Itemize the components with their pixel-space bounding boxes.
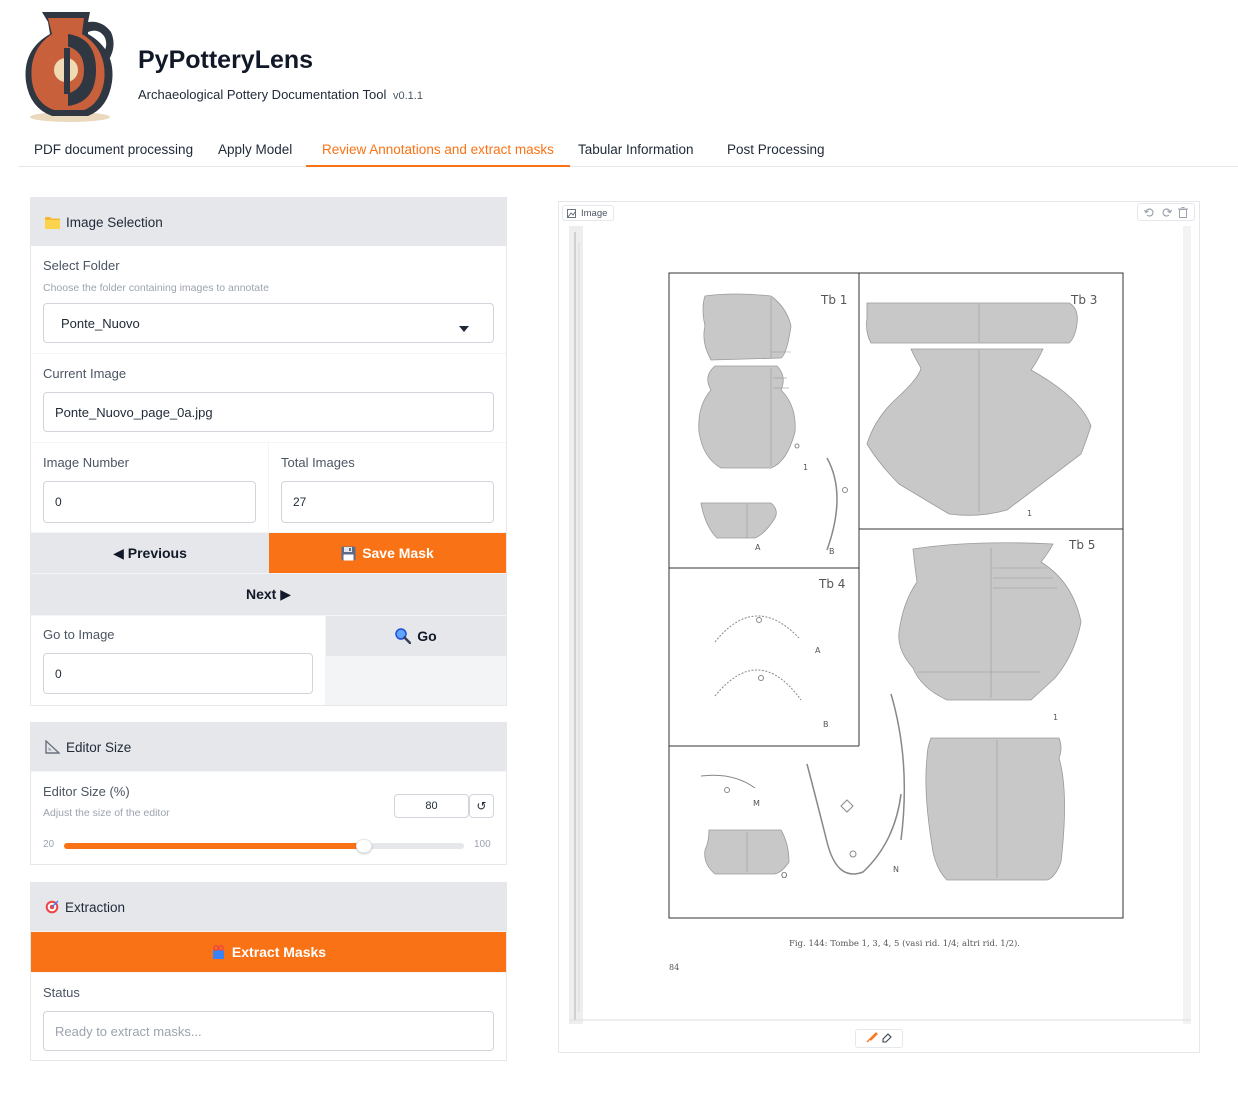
editor-size-title: Editor Size [66,739,132,755]
tb3-label-1: 1 [1027,509,1032,518]
image-selection-header: Image Selection [31,198,506,246]
figure-caption: Fig. 144: Tombe 1, 3, 4, 5 (vasi rid. 1/… [789,938,1020,949]
editor-size-info: Adjust the size of the editor [43,807,170,819]
document-canvas[interactable]: Tb 1 Tb 3 Tb 4 Tb 5 1 A B 1 A B 1 M O N … [565,222,1195,1028]
go-button[interactable]: Go [326,616,506,656]
slider-thumb[interactable] [356,839,372,853]
extract-masks-button[interactable]: Extract Masks [31,932,506,972]
editor-size-label: Editor Size (%) [43,784,130,799]
tab-tabular-information[interactable]: Tabular Information [562,134,710,167]
magnifier-icon [395,628,412,644]
total-images-block: Total Images 27 [269,443,506,532]
editor-size-slider[interactable] [64,839,464,853]
tb1-label-1: 1 [803,463,808,472]
go-to-image-input[interactable]: 0 [43,653,313,694]
bottom-label-o: O [781,871,787,880]
editor-size-number-input[interactable]: 80 [394,794,469,818]
trash-icon[interactable] [1176,205,1190,219]
reset-button[interactable]: ↺ [469,794,494,818]
slider-fill [64,843,364,849]
reset-icon: ↺ [476,799,487,813]
image-number-block: Image Number 0 [31,443,268,532]
current-image-block: Current Image Ponte_Nuovo_page_0a.jpg [31,354,506,442]
eraser-icon[interactable] [881,1030,893,1048]
save-mask-label: Save Mask [362,545,434,561]
group-label-tb4: Tb 4 [818,577,845,591]
editor-size-header: Editor Size [31,723,506,771]
app-subtitle: Archaeological Pottery Documentation Too… [138,87,423,102]
folder-icon [45,216,60,229]
triangle-ruler-icon [45,740,60,754]
extract-masks-label: Extract Masks [231,944,327,960]
image-number-label: Image Number [43,455,129,470]
go-to-image-label: Go to Image [43,627,115,642]
redo-icon[interactable] [1159,205,1173,219]
status-label: Status [43,985,80,1000]
total-images-label: Total Images [281,455,355,470]
folder-select-block: Select Folder Choose the folder containi… [31,246,506,353]
status-block: Status Ready to extract masks... [31,973,506,1060]
current-image-label: Current Image [43,366,127,381]
floppy-disk-icon [341,546,356,561]
status-field[interactable]: Ready to extract masks... [43,1011,494,1051]
pottery-logo [25,12,114,122]
extraction-panel: Extraction Extract Masks Status Ready to… [30,882,507,1061]
image-label-badge: Image [562,205,615,221]
image-editor: Image Tb 1 Tb 3 Tb 4 Tb 5 1 A B 1 A B 1 … [558,201,1200,1053]
app-title: PyPotteryLens [138,46,314,74]
brush-icon[interactable] [866,1030,878,1048]
editor-size-block: Editor Size (%) Adjust the size of the e… [31,772,506,864]
tab-review-annotations[interactable]: Review Annotations and extract masks [306,134,570,167]
folder-label: Select Folder [43,258,120,273]
app-header: PyPotteryLens Archaeological Pottery Doc… [18,10,1228,122]
tb4-label-b: B [823,720,829,729]
extraction-title: Extraction [65,899,126,915]
tab-pdf-processing[interactable]: PDF document processing [18,134,209,167]
tab-bar: PDF document processing Apply Model Revi… [18,134,1238,167]
image-label-text: Image [581,207,608,219]
app-version: v0.1.1 [392,90,423,102]
target-icon [45,900,59,914]
page-number: 84 [669,963,679,972]
slider-max-label: 100 [474,839,491,850]
image-selection-title: Image Selection [66,214,163,230]
brush-tools [855,1029,903,1048]
current-image-field[interactable]: Ponte_Nuovo_page_0a.jpg [43,392,494,432]
total-images-field[interactable]: 27 [281,481,494,523]
go-to-image-block: Go to Image 0 [31,616,325,705]
editor-toolbar [1137,203,1195,221]
extraction-header: Extraction [31,883,506,931]
slider-min-label: 20 [43,839,55,850]
next-button[interactable]: Next ▶ [31,574,506,615]
group-label-tb1: Tb 1 [820,293,847,307]
tb4-label-a: A [815,646,821,655]
tab-apply-model[interactable]: Apply Model [202,134,308,167]
tb1-label-a: A [755,543,761,552]
tb5-label-1: 1 [1053,713,1058,722]
folder-dropdown[interactable]: Ponte_Nuovo [43,303,494,343]
folder-dropdown-value: Ponte_Nuovo [61,315,140,331]
image-icon [567,208,576,218]
save-mask-button[interactable]: Save Mask [269,533,506,573]
group-label-tb5: Tb 5 [1068,538,1095,552]
document-page: Tb 1 Tb 3 Tb 4 Tb 5 1 A B 1 A B 1 M O N … [565,222,1195,1028]
group-label-tb3: Tb 3 [1070,293,1097,307]
tab-post-processing[interactable]: Post Processing [711,134,841,167]
chevron-down-icon [459,320,469,335]
tb1-label-b: B [829,547,835,556]
bottom-label-m: M [753,799,760,808]
bottom-label-n: N [893,865,899,874]
undo-icon[interactable] [1142,205,1156,219]
previous-button[interactable]: ◀ Previous [31,533,269,573]
image-number-input[interactable]: 0 [43,481,256,523]
go-label: Go [417,628,437,644]
folder-info: Choose the folder containing images to a… [43,282,269,294]
scissors-icon [211,944,226,960]
image-selection-panel: Image Selection Select Folder Choose the… [30,197,507,706]
editor-size-panel: Editor Size Editor Size (%) Adjust the s… [30,722,507,865]
app-subtitle-text: Archaeological Pottery Documentation Too… [138,87,387,102]
